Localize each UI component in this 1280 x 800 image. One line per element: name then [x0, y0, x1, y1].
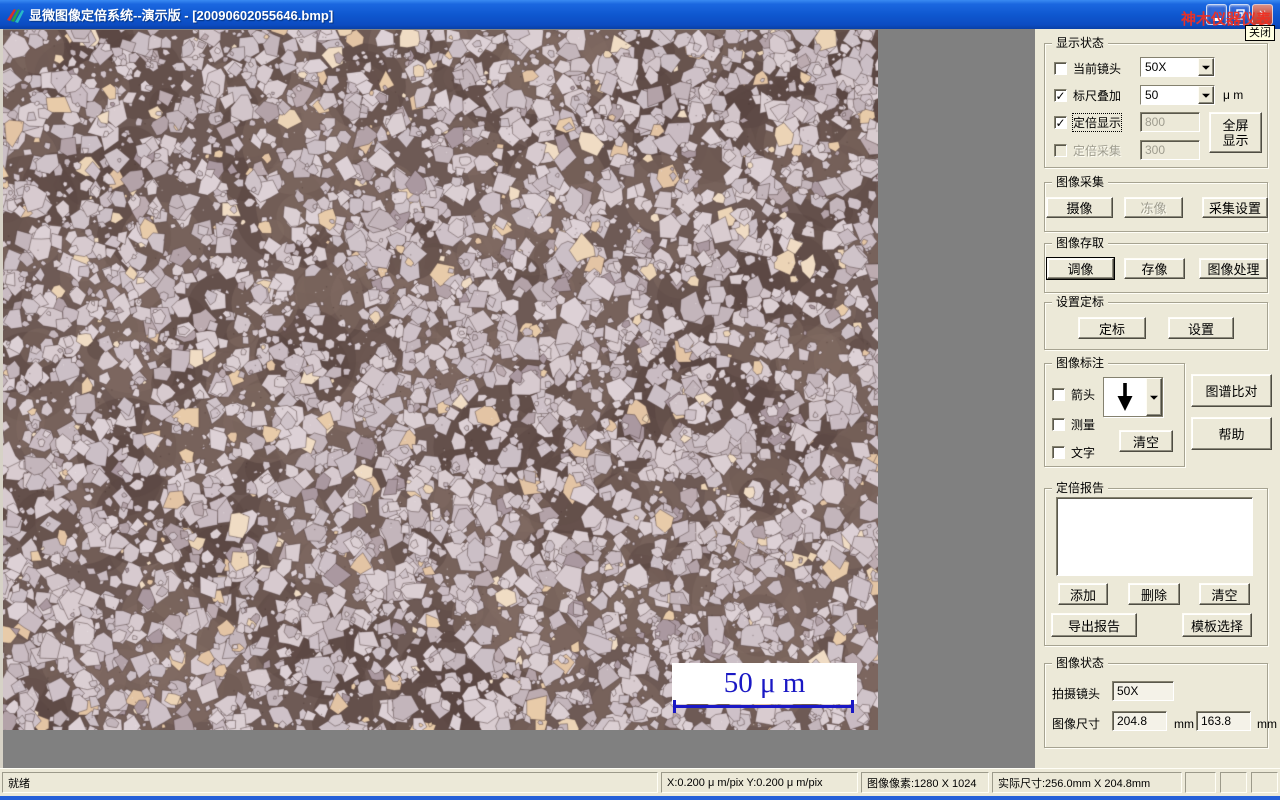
image-process-button[interactable]: 图像处理: [1199, 258, 1268, 279]
title-bar: 显微图像定倍系统--演示版 - [20090602055646.bmp] ✕ 神…: [0, 0, 1280, 29]
status-pixels: 图像像素:1280 X 1024: [861, 772, 989, 793]
fixed-capture-value-field: 300: [1140, 140, 1200, 160]
width-unit-label: mm: [1174, 717, 1194, 731]
status-scale: X:0.200 μ m/pix Y:0.200 μ m/pix: [661, 772, 858, 793]
group-image-status: 图像状态: [1044, 656, 1268, 748]
checkbox-scale-overlay-label: 标尺叠加: [1073, 89, 1122, 103]
scalebar-line: [673, 700, 854, 713]
app-icon: [7, 8, 24, 23]
minimize-button[interactable]: [1206, 4, 1227, 25]
status-empty-2: [1220, 772, 1247, 793]
arrow-style-preview: [1104, 378, 1146, 416]
save-image-button[interactable]: 存像: [1124, 258, 1185, 279]
arrow-style-combo[interactable]: [1103, 377, 1163, 417]
checkbox-fixed-display-box[interactable]: ✓: [1054, 116, 1067, 129]
group-display-status-title: 显示状态: [1052, 36, 1109, 50]
checkbox-scale-overlay-box[interactable]: ✓: [1054, 89, 1067, 102]
scalebar-label: 50 μ m: [723, 667, 806, 699]
load-image-button[interactable]: 调像: [1047, 258, 1114, 279]
export-report-button[interactable]: 导出报告: [1051, 613, 1137, 637]
atlas-compare-button[interactable]: 图谱比对: [1191, 374, 1272, 407]
height-unit-label: mm: [1257, 717, 1277, 731]
checkbox-current-lens-label: 当前镜头: [1073, 62, 1122, 76]
chevron-down-icon: [1202, 93, 1210, 98]
group-annotation-title: 图像标注: [1052, 356, 1109, 370]
capture-settings-button[interactable]: 采集设置: [1202, 197, 1268, 218]
checkbox-fixed-display-label: 定倍显示: [1071, 113, 1123, 132]
annotation-clear-button[interactable]: 清空: [1119, 430, 1173, 452]
capture-button[interactable]: 摄像: [1046, 197, 1113, 218]
chevron-down-icon: [1150, 395, 1158, 400]
checkbox-text[interactable]: 文字: [1052, 444, 1095, 461]
status-bar: 就绪 X:0.200 μ m/pix Y:0.200 μ m/pix 图像像素:…: [0, 768, 1280, 796]
height-value-field: 163.8: [1196, 711, 1251, 731]
group-calibration-title: 设置定标: [1052, 295, 1109, 309]
calibration-settings-button[interactable]: 设置: [1168, 317, 1234, 339]
freeze-button: 冻像: [1124, 197, 1183, 218]
checkbox-arrow-label: 箭头: [1071, 388, 1096, 402]
scale-unit-label: μ m: [1223, 88, 1244, 102]
scale-value: 50: [1141, 86, 1198, 104]
report-add-button[interactable]: 添加: [1058, 583, 1108, 605]
window-title: 显微图像定倍系统--演示版 - [20090602055646.bmp]: [29, 8, 334, 23]
chevron-down-icon: [1202, 65, 1210, 70]
current-lens-combo[interactable]: 50X: [1140, 57, 1215, 77]
micrograph-canvas: [3, 30, 878, 730]
checkbox-measure-label: 测量: [1071, 418, 1096, 432]
lens-value-field: 50X: [1112, 681, 1174, 701]
group-storage-title: 图像存取: [1052, 236, 1109, 250]
checkbox-fixed-display[interactable]: ✓ 定倍显示: [1054, 113, 1123, 132]
restore-button[interactable]: [1229, 4, 1250, 25]
fullscreen-button-line2: 显示: [1222, 132, 1249, 148]
current-lens-value: 50X: [1141, 58, 1198, 76]
checkbox-arrow-box[interactable]: [1052, 388, 1065, 401]
checkbox-scale-overlay[interactable]: ✓ 标尺叠加: [1054, 87, 1121, 104]
minimize-icon: [1212, 17, 1221, 21]
fullscreen-button-line1: 全屏: [1222, 117, 1249, 133]
template-select-button[interactable]: 模板选择: [1182, 613, 1252, 637]
scale-combo-button[interactable]: [1198, 86, 1214, 104]
control-panel: 显示状态 当前镜头 50X ✓ 标尺叠加 50 μ m ✓ 定倍显示 800 定…: [1035, 29, 1280, 768]
scalebar-label-box: 50 μ m: [672, 663, 857, 704]
checkbox-text-box[interactable]: [1052, 446, 1065, 459]
checkbox-arrow[interactable]: 箭头: [1052, 386, 1095, 403]
status-empty-3: [1251, 772, 1278, 793]
size-label: 图像尺寸: [1052, 717, 1101, 731]
checkbox-current-lens-box[interactable]: [1054, 62, 1067, 75]
status-empty-1: [1185, 772, 1216, 793]
checkbox-text-label: 文字: [1071, 446, 1096, 460]
lens-label: 拍摄镜头: [1052, 687, 1101, 701]
group-image-status-title: 图像状态: [1052, 656, 1109, 670]
checkbox-fixed-capture: 定倍采集: [1054, 142, 1121, 159]
report-clear-button[interactable]: 清空: [1199, 583, 1250, 605]
client-area: 50 μ m 显示状态 当前镜头 50X ✓ 标尺叠加 50 μ m ✓ 定倍显…: [0, 29, 1280, 768]
down-arrow-icon: [1117, 383, 1133, 411]
close-button[interactable]: ✕: [1252, 4, 1273, 25]
arrow-style-combo-button[interactable]: [1146, 378, 1162, 416]
checkbox-measure-box[interactable]: [1052, 418, 1065, 431]
report-delete-button[interactable]: 删除: [1128, 583, 1180, 605]
restore-icon: [1234, 9, 1245, 20]
status-actual-size: 实际尺寸:256.0mm X 204.8mm: [992, 772, 1182, 793]
calibrate-button[interactable]: 定标: [1078, 317, 1146, 339]
current-lens-combo-button[interactable]: [1198, 58, 1214, 76]
micrograph-image[interactable]: 50 μ m: [3, 30, 878, 730]
checkbox-fixed-capture-label: 定倍采集: [1073, 144, 1122, 158]
checkbox-measure[interactable]: 测量: [1052, 416, 1095, 433]
status-ready: 就绪: [2, 772, 658, 793]
checkbox-current-lens[interactable]: 当前镜头: [1054, 60, 1121, 77]
help-button[interactable]: 帮助: [1191, 417, 1272, 450]
checkbox-fixed-capture-box: [1054, 144, 1067, 157]
group-report-title: 定倍报告: [1052, 481, 1109, 495]
group-capture-title: 图像采集: [1052, 175, 1109, 189]
width-value-field: 204.8: [1112, 711, 1167, 731]
fixed-display-value-field: 800: [1140, 112, 1200, 132]
report-listbox[interactable]: [1056, 497, 1253, 576]
fullscreen-button[interactable]: 全屏 显示: [1209, 112, 1262, 153]
window-bottom-border: [0, 796, 1280, 800]
scale-value-combo[interactable]: 50: [1140, 85, 1215, 105]
close-tooltip: 关闭: [1245, 25, 1275, 41]
close-icon: ✕: [1258, 9, 1267, 20]
